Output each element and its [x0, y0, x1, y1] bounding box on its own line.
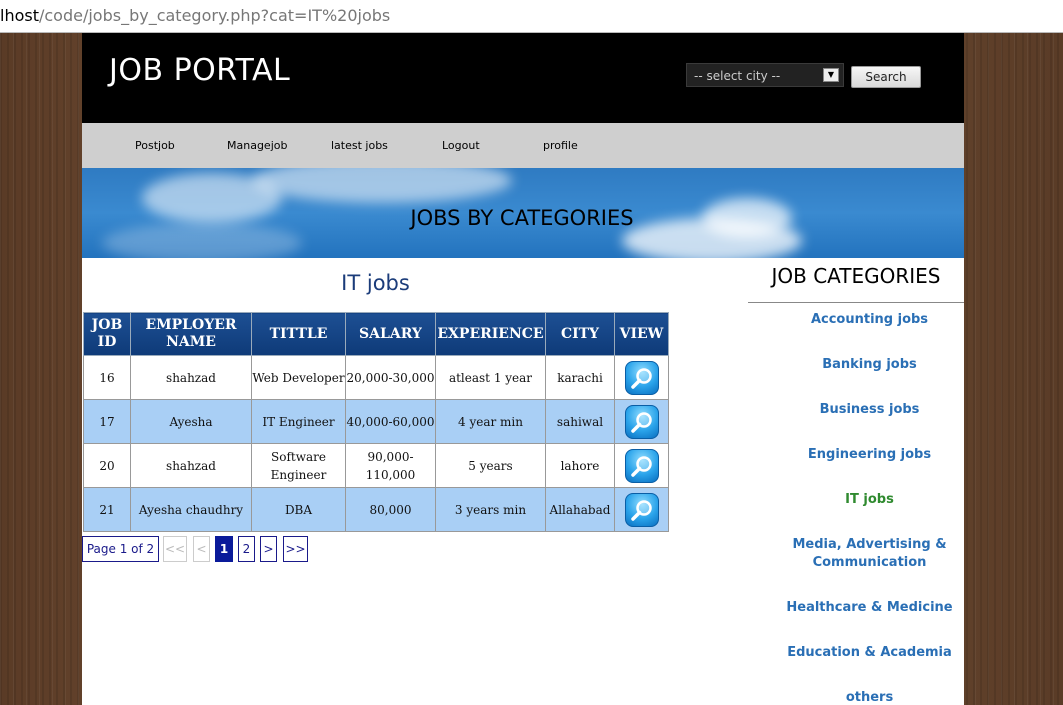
cell-employer: shahzad [130, 443, 252, 488]
cell-view [614, 443, 669, 488]
cell-job-id: 16 [83, 355, 131, 400]
category-link-business[interactable]: Business jobs [748, 401, 964, 419]
magnifier-icon [630, 411, 652, 433]
cell-city: lahore [545, 443, 615, 488]
cell-city: sahiwal [545, 399, 615, 444]
prev-page-button[interactable]: < [193, 536, 210, 562]
cell-job-id: 21 [83, 487, 131, 532]
cell-view [614, 487, 669, 532]
table-row: 17 Ayesha IT Engineer 40,000-60,000 4 ye… [83, 399, 669, 444]
col-header-experience: EXPERIENCE [435, 312, 546, 356]
nav-item-postjob[interactable]: Postjob [135, 123, 175, 168]
view-button[interactable] [624, 360, 659, 395]
sky-banner: JOBS BY CATEGORIES [82, 168, 964, 258]
table-row: 16 shahzad Web Developer 20,000-30,000 a… [83, 355, 669, 400]
magnifier-icon [630, 455, 652, 477]
cell-title: IT Engineer [251, 399, 346, 444]
table-row: 21 Ayesha chaudhry DBA 80,000 3 years mi… [83, 487, 669, 532]
chevron-down-icon[interactable]: ▼ [823, 68, 839, 82]
cell-city: Allahabad [545, 487, 615, 532]
nav-item-profile[interactable]: profile [543, 123, 578, 168]
category-link-media[interactable]: Media, Advertising & Communication [748, 536, 964, 572]
category-link-healthcare[interactable]: Healthcare & Medicine [748, 599, 964, 617]
category-link-engineering[interactable]: Engineering jobs [748, 446, 964, 464]
cell-salary: 40,000-60,000 [345, 399, 436, 444]
cell-job-id: 20 [83, 443, 131, 488]
cell-salary: 80,000 [345, 487, 436, 532]
cell-employer: shahzad [130, 355, 252, 400]
category-link-others[interactable]: others [748, 689, 964, 705]
view-button[interactable] [624, 448, 659, 483]
nav-item-latest-jobs[interactable]: latest jobs [331, 123, 388, 168]
cell-city: karachi [545, 355, 615, 400]
category-sidebar: JOB CATEGORIES Accounting jobs Banking j… [748, 258, 964, 705]
banner-title: JOBS BY CATEGORIES [410, 206, 634, 230]
table-header-row: JOB ID EMPLOYER NAME TITTLE SALARY EXPER… [83, 312, 669, 356]
category-link-banking[interactable]: Banking jobs [748, 356, 964, 374]
url-host: lhost [0, 6, 39, 25]
last-page-button[interactable]: >> [283, 536, 308, 562]
col-header-job-id: JOB ID [83, 312, 131, 356]
table-row: 20 shahzad Software Engineer 90,000-110,… [83, 443, 669, 488]
cloud-shape [252, 168, 512, 203]
sidebar-title: JOB CATEGORIES [771, 264, 941, 288]
cell-employer: Ayesha [130, 399, 252, 444]
cell-title: Web Developer [251, 355, 346, 400]
cell-job-id: 17 [83, 399, 131, 444]
main-nav: Postjob Managejob latest jobs Logout pro… [82, 123, 964, 168]
cell-view [614, 399, 669, 444]
cell-experience: 5 years [435, 443, 546, 488]
site-header: JOB PORTAL -- select city -- ▼ Search [82, 33, 964, 123]
page-title: IT jobs [341, 271, 410, 295]
site-logo[interactable]: JOB PORTAL [109, 53, 290, 88]
col-header-employer: EMPLOYER NAME [130, 312, 252, 356]
page-button-2[interactable]: 2 [238, 536, 255, 562]
cell-title: DBA [251, 487, 346, 532]
jobs-table: JOB ID EMPLOYER NAME TITTLE SALARY EXPER… [83, 312, 669, 532]
category-link-it[interactable]: IT jobs [748, 491, 964, 509]
cell-title: Software Engineer [251, 443, 346, 488]
cell-salary: 90,000-110,000 [345, 443, 436, 488]
city-select[interactable]: -- select city -- ▼ [686, 63, 844, 87]
col-header-view: VIEW [614, 312, 669, 356]
cell-salary: 20,000-30,000 [345, 355, 436, 400]
next-page-button[interactable]: > [260, 536, 277, 562]
view-button[interactable] [624, 404, 659, 439]
view-button[interactable] [624, 492, 659, 527]
divider [748, 302, 964, 303]
cell-view [614, 355, 669, 400]
category-link-education[interactable]: Education & Academia [748, 644, 964, 662]
nav-item-logout[interactable]: Logout [442, 123, 480, 168]
page-button-1[interactable]: 1 [215, 536, 233, 562]
first-page-button[interactable]: << [163, 536, 187, 562]
cell-employer: Ayesha chaudhry [130, 487, 252, 532]
search-button[interactable]: Search [851, 66, 921, 88]
category-link-accounting[interactable]: Accounting jobs [748, 311, 964, 329]
page-container: JOB PORTAL -- select city -- ▼ Search Po… [82, 33, 964, 705]
page-info: Page 1 of 2 [82, 536, 159, 562]
magnifier-icon [630, 367, 652, 389]
col-header-city: CITY [545, 312, 615, 356]
browser-url-bar[interactable]: lhost/code/jobs_by_category.php?cat=IT%2… [0, 0, 1063, 33]
cell-experience: 4 year min [435, 399, 546, 444]
col-header-salary: SALARY [345, 312, 436, 356]
magnifier-icon [630, 499, 652, 521]
city-select-value: -- select city -- [694, 69, 781, 83]
cell-experience: atleast 1 year [435, 355, 546, 400]
cell-experience: 3 years min [435, 487, 546, 532]
col-header-title: TITTLE [251, 312, 346, 356]
url-path: /code/jobs_by_category.php?cat=IT%20jobs [38, 6, 391, 25]
nav-item-managejob[interactable]: Managejob [227, 123, 287, 168]
